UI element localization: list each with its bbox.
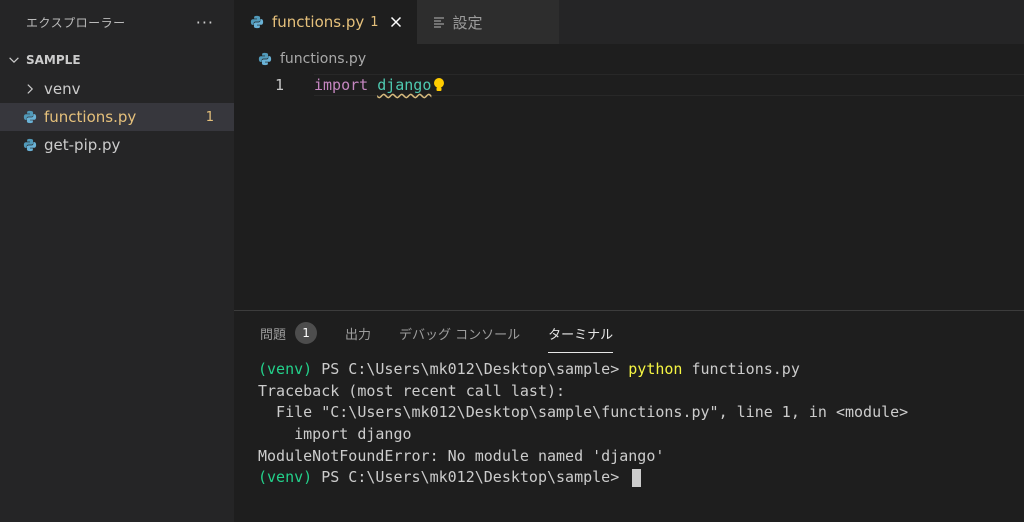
chevron-right-icon — [22, 81, 38, 97]
terminal-cursor — [632, 468, 642, 487]
problems-count-badge: 1 — [295, 322, 318, 344]
tab-problem-badge: 1 — [370, 14, 379, 30]
chevron-down-icon — [6, 52, 22, 68]
tab-output[interactable]: 出力 — [345, 311, 371, 355]
tab-label: functions.py — [272, 13, 365, 31]
terminal-line: (venv) PS C:\Users\mk012\Desktop\sample>… — [258, 359, 1024, 381]
breadcrumb[interactable]: functions.py — [234, 44, 1024, 74]
terminal-line: import django — [258, 425, 412, 444]
explorer-sidebar: エクスプローラー ··· SAMPLE venv functions.py 1 … — [0, 0, 234, 522]
code-text[interactable]: import django — [314, 76, 445, 94]
tab-terminal[interactable]: ターミナル — [548, 311, 614, 355]
tree-item-label: get-pip.py — [44, 136, 121, 154]
prompt-text: PS C:\Users\mk012\Desktop\sample> — [312, 468, 629, 487]
settings-list-icon — [433, 16, 445, 28]
tree-item-venv[interactable]: venv — [0, 75, 234, 103]
tree-item-get-pip-py[interactable]: get-pip.py — [0, 131, 234, 159]
code-keyword: import — [314, 76, 369, 94]
terminal-output[interactable]: (venv) PS C:\Users\mk012\Desktop\sample>… — [234, 355, 1024, 489]
tree-item-label: venv — [44, 80, 81, 98]
explorer-title: エクスプローラー — [26, 15, 126, 30]
code-line[interactable]: 1 import django — [234, 74, 1024, 96]
python-icon — [250, 15, 264, 29]
tab-functions-py[interactable]: functions.py 1 — [234, 0, 417, 44]
tab-label: ターミナル — [548, 327, 614, 343]
python-icon — [22, 137, 38, 153]
tab-problems[interactable]: 問題 1 — [260, 311, 318, 355]
problem-count-badge: 1 — [205, 109, 214, 125]
panel-tabs: 問題 1 出力 デバッグ コンソール ターミナル — [234, 311, 1024, 355]
bottom-panel: 問題 1 出力 デバッグ コンソール ターミナル (venv) PS C:\Us… — [234, 310, 1024, 522]
folder-section-header[interactable]: SAMPLE — [0, 45, 234, 75]
venv-indicator: (venv) — [258, 360, 313, 378]
command-text: python — [628, 360, 683, 378]
tab-label: デバッグ コンソール — [399, 327, 521, 343]
terminal-line: ModuleNotFoundError: No module named 'dj… — [258, 446, 665, 465]
editor-tabs: functions.py 1 設定 — [234, 0, 1024, 44]
code-module: django — [377, 76, 432, 94]
prompt-text: PS C:\Users\mk012\Desktop\sample> — [312, 360, 629, 378]
tab-debug-console[interactable]: デバッグ コンソール — [399, 311, 520, 355]
breadcrumb-file: functions.py — [280, 51, 367, 67]
terminal-line: (venv) PS C:\Users\mk012\Desktop\sample> — [258, 467, 1024, 489]
folder-name: SAMPLE — [26, 53, 81, 67]
tab-label: 出力 — [345, 327, 372, 343]
more-icon[interactable]: ··· — [196, 13, 214, 32]
tree-item-label: functions.py — [44, 108, 137, 126]
explorer-header: エクスプローラー ··· — [0, 0, 234, 44]
tab-label: 問題 — [260, 327, 287, 343]
lightbulb-icon[interactable] — [433, 77, 445, 93]
tree-item-functions-py[interactable]: functions.py 1 — [0, 103, 234, 131]
editor-area: functions.py 1 設定 functions.py 1 import … — [234, 0, 1024, 310]
python-icon — [258, 52, 272, 66]
venv-indicator: (venv) — [258, 468, 313, 487]
python-icon — [22, 109, 38, 125]
tab-label: 設定 — [452, 13, 483, 32]
tab-settings[interactable]: 設定 — [416, 0, 559, 44]
terminal-line: Traceback (most recent call last): — [258, 381, 566, 400]
terminal-line: File "C:\Users\mk012\Desktop\sample\func… — [258, 403, 909, 422]
line-number: 1 — [274, 76, 284, 94]
close-icon[interactable] — [389, 15, 403, 29]
command-arg: functions.py — [682, 360, 800, 378]
